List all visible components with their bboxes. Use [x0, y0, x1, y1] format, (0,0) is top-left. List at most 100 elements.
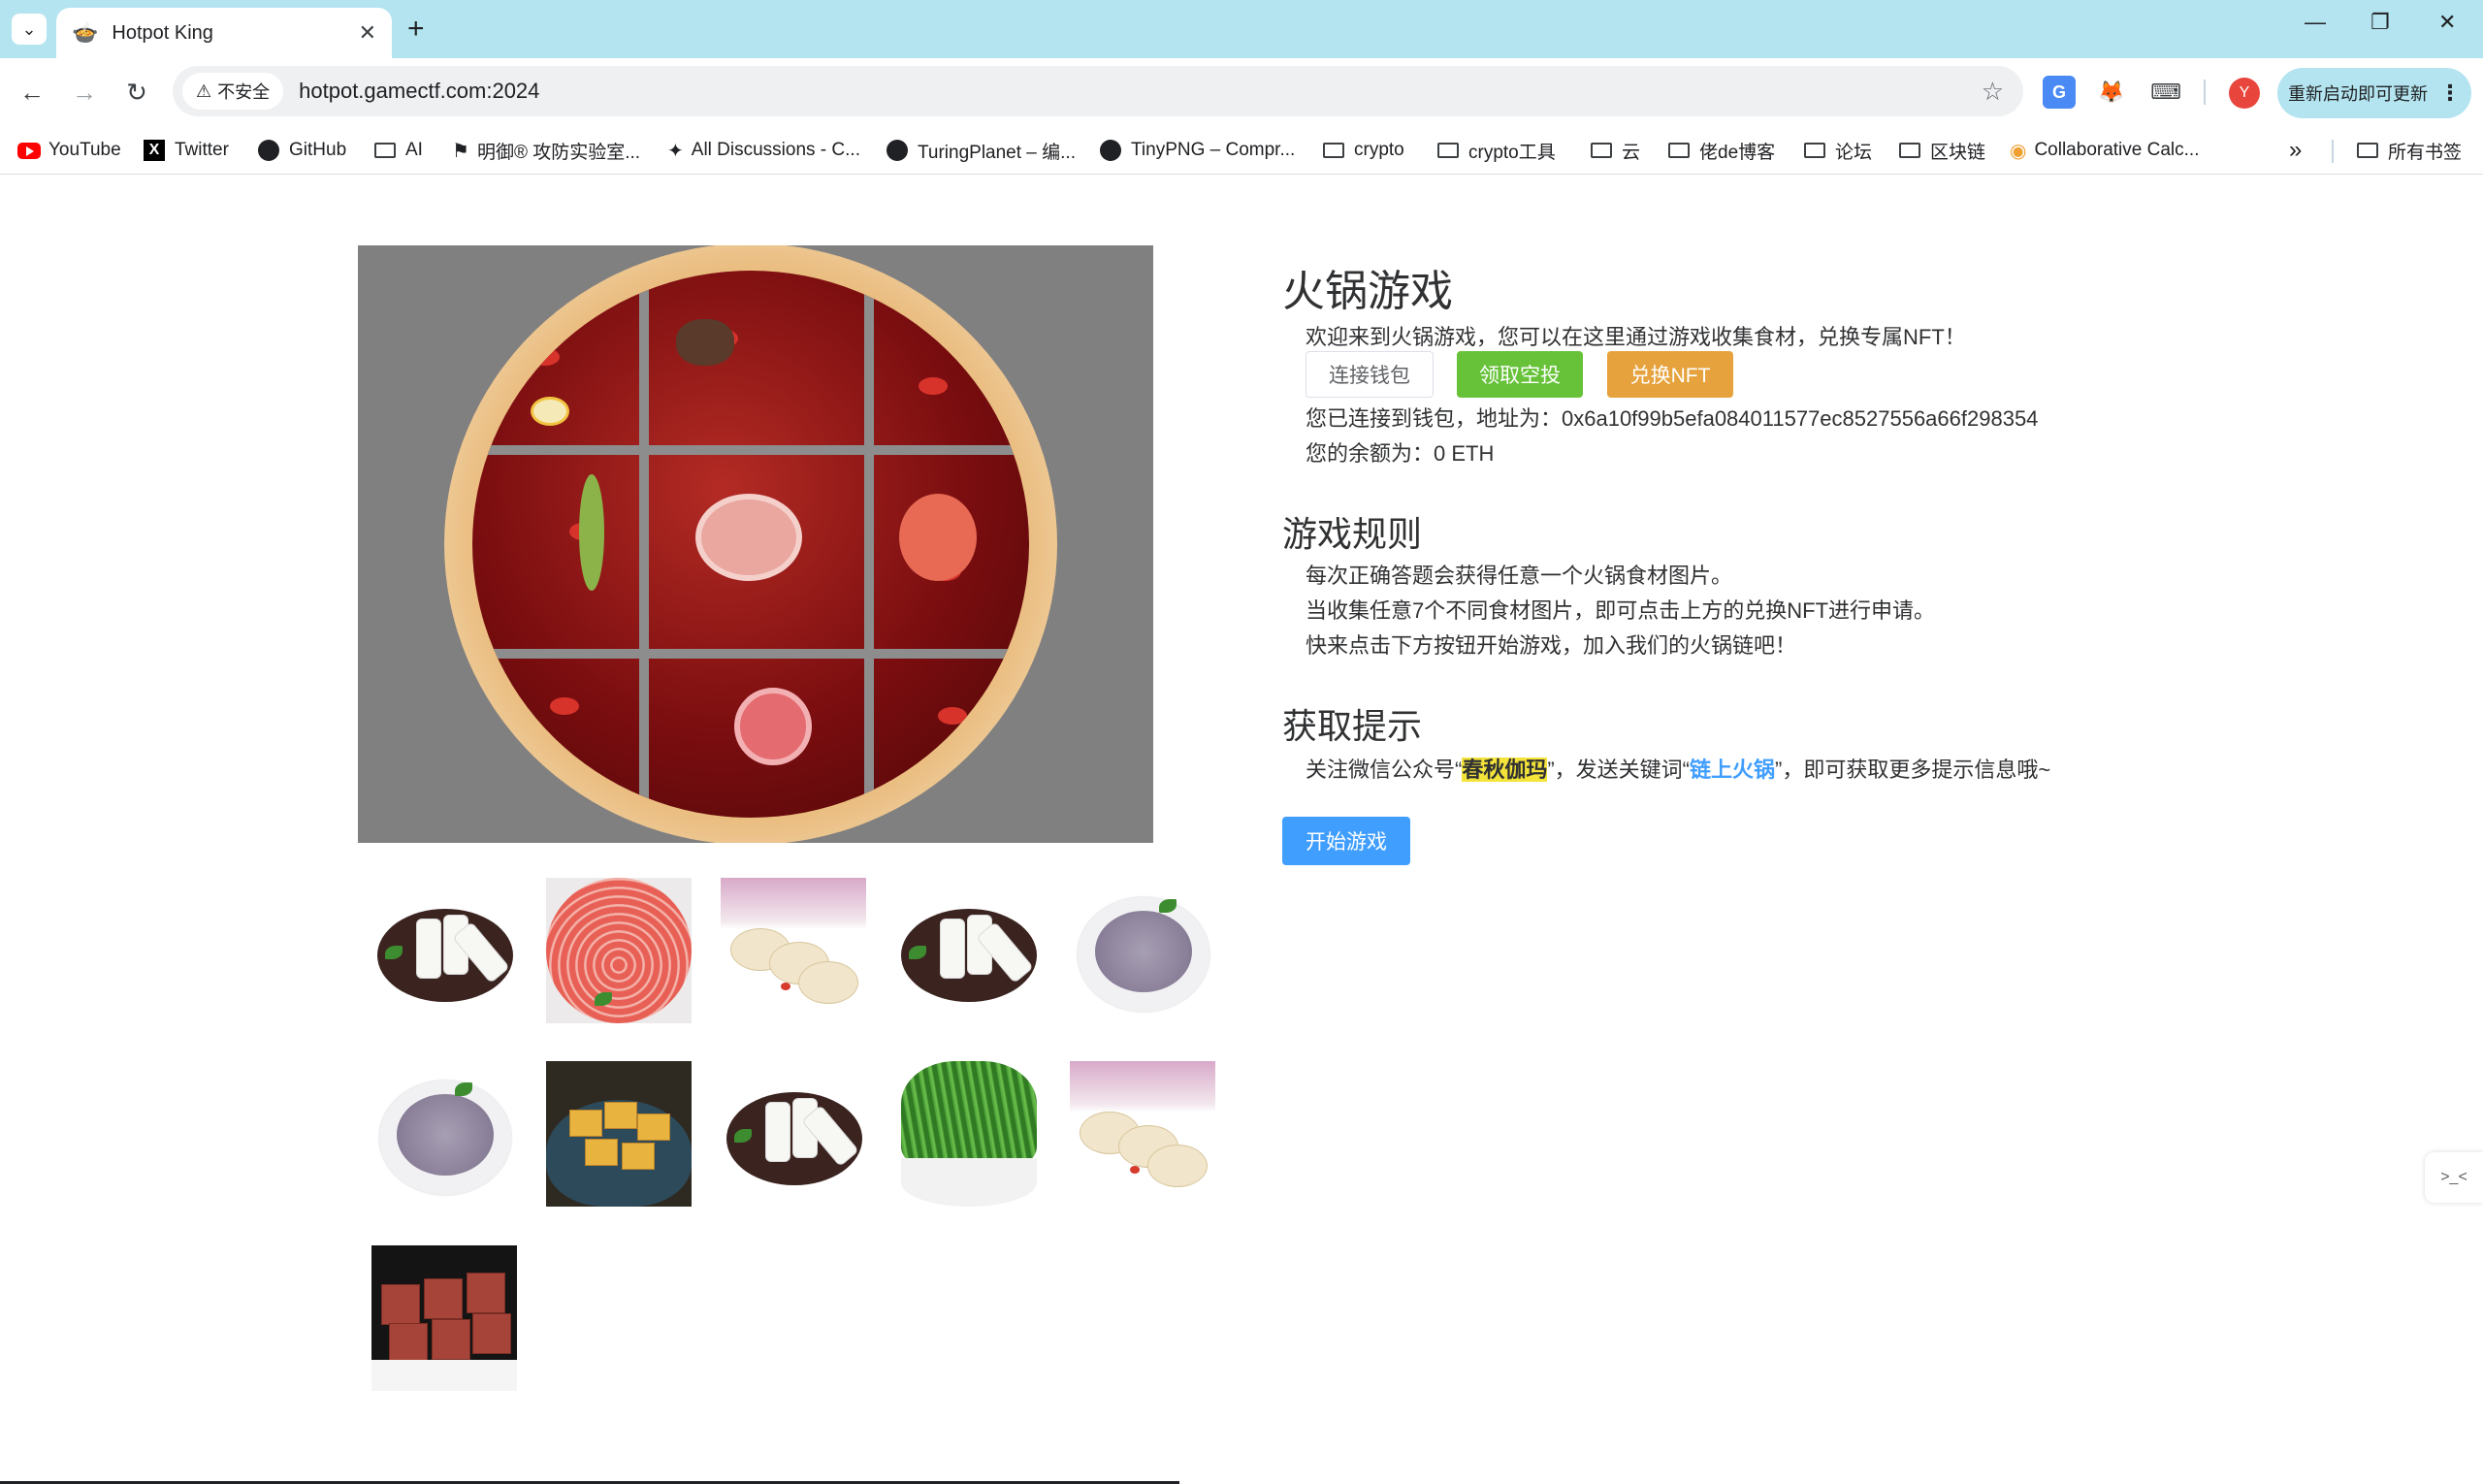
hints-heading: 获取提示: [1282, 706, 1423, 746]
bookmark-label: Twitter: [175, 140, 229, 160]
x-icon: X: [144, 140, 165, 161]
bookmark-folder-cloud[interactable]: 云: [1591, 136, 1640, 165]
back-arrow-icon[interactable]: ←: [14, 74, 50, 111]
bookmark-folder-forum[interactable]: 论坛: [1804, 136, 1872, 165]
duck-blood: [472, 1313, 511, 1354]
bookmark-all-discussions[interactable]: ✦ All Discussions - C...: [667, 136, 860, 165]
chili: [550, 697, 579, 715]
bookmark-turingplanet[interactable]: TuringPlanet – 编...: [887, 136, 1076, 165]
hotpot-hero-image: [358, 245, 1153, 843]
site-icon: [1100, 140, 1121, 161]
translate-icon[interactable]: G: [2043, 76, 2076, 109]
folder-icon: [374, 143, 396, 158]
bookmark-mingyu[interactable]: ⚑ 明御® 攻防实验室...: [452, 136, 640, 165]
bookmark-label: AI: [405, 140, 423, 160]
tab-search-button[interactable]: ⌄: [12, 14, 47, 45]
claim-airdrop-button[interactable]: 领取空投: [1457, 351, 1583, 398]
bookmark-label: crypto工具: [1468, 142, 1556, 163]
pot-divider: [472, 445, 1029, 455]
folder-icon: [1899, 143, 1920, 158]
youtube-icon: [17, 142, 41, 159]
site-icon: [887, 140, 908, 161]
wechat-account-highlight: 春秋伽玛: [1462, 758, 1548, 782]
bookmark-tinypng[interactable]: TinyPNG – Compr...: [1100, 136, 1295, 165]
github-icon: [258, 140, 279, 161]
lotus-slice: [798, 961, 858, 1004]
url-text[interactable]: hotpot.gamectf.com:2024: [299, 79, 1982, 104]
update-button[interactable]: 重新启动即可更新 ⋮: [2277, 68, 2471, 118]
folder-icon: [2357, 143, 2378, 158]
tab-strip: ⌄ 🍲 Hotpot King ✕ + — ❐ ✕: [0, 0, 2483, 58]
extensions-puzzle-icon[interactable]: ⌨: [2149, 76, 2182, 109]
beef-slices: [546, 878, 692, 1023]
fried-tofu: [604, 1102, 637, 1129]
profile-avatar[interactable]: Y: [2229, 78, 2260, 109]
chili: [1130, 1166, 1140, 1174]
address-bar[interactable]: ⚠ 不安全 hotpot.gamectf.com:2024 ☆: [173, 66, 2023, 116]
connect-wallet-button[interactable]: 连接钱包: [1306, 351, 1434, 398]
reload-icon[interactable]: ↻: [118, 74, 155, 111]
rule-item: 当收集任意7个不同食材图片，即可点击上方的兑换NFT进行申请。: [1306, 598, 1936, 623]
side-float-widget[interactable]: >_<: [2425, 1152, 2483, 1203]
more-bookmarks-button[interactable]: »: [2289, 136, 2302, 165]
rice-cake: [765, 1102, 790, 1162]
tab-title: Hotpot King: [112, 21, 213, 44]
site-icon: ✦: [667, 140, 684, 162]
chevron-down-icon: ⌄: [21, 18, 37, 39]
redeem-nft-button[interactable]: 兑换NFT: [1607, 351, 1733, 398]
taro-paste: [1095, 911, 1192, 992]
ingredient-greens: [895, 1061, 1041, 1207]
start-game-button[interactable]: 开始游戏: [1282, 817, 1410, 865]
duck-blood: [389, 1323, 428, 1364]
fried-tofu: [637, 1113, 670, 1141]
welcome-text: 欢迎来到火锅游戏，您可以在这里通过游戏收集食材，兑换专属NFT！: [1306, 325, 1966, 349]
lotus-slice: [734, 688, 812, 765]
tab-hotpot-king[interactable]: 🍲 Hotpot King ✕: [56, 8, 392, 58]
update-label: 重新启动即可更新: [2288, 84, 2428, 104]
hints-suffix: ”，即可获取更多提示信息哦~: [1775, 758, 2051, 782]
pot-divider: [864, 271, 874, 818]
bookmark-label: 所有书签: [2388, 142, 2463, 163]
bookmark-collaborative-calc[interactable]: ◉ Collaborative Calc...: [2010, 136, 2199, 165]
ingredient-beef-slices: [546, 878, 692, 1023]
close-icon[interactable]: ✕: [359, 20, 376, 46]
minimize-icon[interactable]: —: [2305, 10, 2326, 35]
folder-icon: [1804, 143, 1825, 158]
pot-divider: [639, 271, 649, 818]
ingredient-duck-blood: [371, 1245, 517, 1391]
bookmark-folder-blockchain[interactable]: 区块链: [1899, 136, 1985, 165]
bookmark-star-icon[interactable]: ☆: [1982, 77, 2004, 107]
bookmark-label: crypto: [1354, 140, 1404, 160]
all-bookmarks-button[interactable]: 所有书签: [2357, 136, 2462, 165]
new-tab-button[interactable]: +: [407, 14, 425, 45]
bookmark-folder-crypto-tools[interactable]: crypto工具: [1437, 136, 1556, 165]
bookmark-youtube[interactable]: YouTube: [17, 136, 121, 165]
bookmark-label: YouTube: [48, 140, 121, 160]
fried-tofu: [569, 1110, 602, 1137]
ingredient-rice-cake: [895, 878, 1041, 1023]
bookmark-folder-blogs[interactable]: 佬de博客: [1668, 136, 1775, 165]
security-chip[interactable]: ⚠ 不安全: [182, 73, 284, 110]
bookmark-folder-ai[interactable]: AI: [374, 136, 423, 165]
restore-icon[interactable]: ❐: [2370, 10, 2390, 35]
duck-blood: [432, 1319, 470, 1360]
bookmark-twitter[interactable]: X Twitter: [144, 136, 229, 165]
folder-icon: [1437, 143, 1459, 158]
chili: [919, 377, 948, 395]
metamask-fox-icon[interactable]: 🦊: [2095, 76, 2128, 109]
ingredient-lotus-root: [721, 878, 866, 1023]
rice-cake: [940, 919, 965, 979]
ingredient-taro-paste: [371, 1061, 517, 1207]
bookmark-github[interactable]: GitHub: [258, 136, 346, 165]
bookmark-label: TuringPlanet – 编...: [918, 142, 1076, 163]
ingredient-rice-cake: [371, 878, 517, 1023]
window-close-icon[interactable]: ✕: [2438, 10, 2456, 35]
green-pepper: [579, 474, 604, 591]
bookmark-folder-crypto[interactable]: crypto: [1323, 136, 1404, 165]
hints-prefix: 关注微信公众号“: [1306, 758, 1463, 782]
hints-middle: ”，发送关键词“: [1547, 758, 1690, 782]
bookmark-label: 明御® 攻防实验室...: [476, 142, 641, 163]
forward-arrow-icon[interactable]: →: [66, 74, 103, 111]
bookmark-label: 云: [1622, 142, 1641, 163]
hints-text: 关注微信公众号“春秋伽玛”，发送关键词“链上火锅”，即可获取更多提示信息哦~: [1306, 753, 2050, 784]
